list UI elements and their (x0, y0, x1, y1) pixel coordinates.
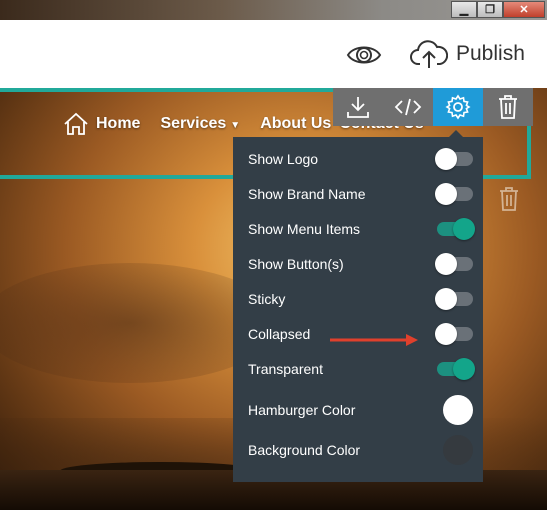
nav-item-services[interactable]: Services ▼ (160, 115, 240, 133)
setting-transparent: Transparent (248, 358, 475, 380)
publish-button[interactable]: Publish (410, 38, 525, 70)
download-button[interactable] (333, 88, 383, 126)
settings-button[interactable] (433, 88, 483, 126)
code-button[interactable] (383, 88, 433, 126)
show-buttons-toggle[interactable] (435, 253, 473, 275)
setting-label: Background Color (248, 442, 361, 458)
code-icon (394, 98, 422, 116)
setting-background-color: Background Color (248, 435, 473, 465)
setting-label: Collapsed (248, 326, 311, 342)
nav-item-label: Home (96, 115, 141, 132)
setting-show-brand-name: Show Brand Name (248, 183, 473, 205)
maximize-button[interactable]: ❐ (477, 1, 503, 18)
setting-label: Show Button(s) (248, 256, 344, 272)
setting-hamburger-color: Hamburger Color (248, 395, 473, 425)
transparent-toggle[interactable] (437, 358, 475, 380)
show-logo-toggle[interactable] (435, 148, 473, 170)
delete-button[interactable] (483, 88, 533, 126)
annotation-arrow-icon (330, 334, 418, 346)
cloud-upload-icon (410, 40, 448, 68)
minimize-button[interactable]: ▁ (451, 1, 477, 18)
background-color-swatch[interactable] (443, 435, 473, 465)
nav-item-label: Services (160, 115, 227, 132)
block-toolbar (333, 88, 533, 126)
trash-icon-secondary[interactable] (494, 184, 524, 214)
setting-label: Show Brand Name (248, 186, 366, 202)
nav-item-about-us[interactable]: About Us (260, 115, 331, 133)
close-button[interactable]: ✕ (503, 1, 545, 18)
window-title-bar: ▁ ❐ ✕ (0, 0, 547, 20)
setting-label: Sticky (248, 291, 286, 307)
setting-show-menu-items: Show Menu Items (248, 218, 475, 240)
hamburger-color-swatch[interactable] (443, 395, 473, 425)
navbar-settings-panel: Show Logo Show Brand Name Show Menu Item… (233, 130, 483, 482)
editor-top-bar: Publish (0, 20, 547, 88)
setting-label: Transparent (248, 361, 323, 377)
caret-down-icon: ▼ (230, 120, 241, 131)
publish-label: Publish (456, 42, 525, 65)
setting-show-buttons: Show Button(s) (248, 253, 473, 275)
nav-item-home[interactable]: Home (62, 112, 140, 136)
home-icon (64, 112, 88, 135)
setting-sticky: Sticky (248, 288, 473, 310)
nav-item-label: About Us (260, 115, 332, 132)
setting-label: Show Menu Items (248, 221, 361, 237)
trash-icon (499, 95, 517, 119)
download-icon (347, 97, 369, 118)
collapsed-toggle[interactable] (435, 323, 473, 345)
gear-icon (445, 94, 471, 120)
setting-show-logo: Show Logo (248, 148, 473, 170)
sticky-toggle[interactable] (435, 288, 473, 310)
setting-label: Show Logo (248, 151, 319, 167)
show-brand-name-toggle[interactable] (435, 183, 473, 205)
setting-label: Hamburger Color (248, 402, 356, 418)
show-menu-items-toggle[interactable] (437, 218, 475, 240)
window-controls: ▁ ❐ ✕ (451, 1, 545, 18)
preview-eye-icon[interactable] (346, 42, 382, 73)
